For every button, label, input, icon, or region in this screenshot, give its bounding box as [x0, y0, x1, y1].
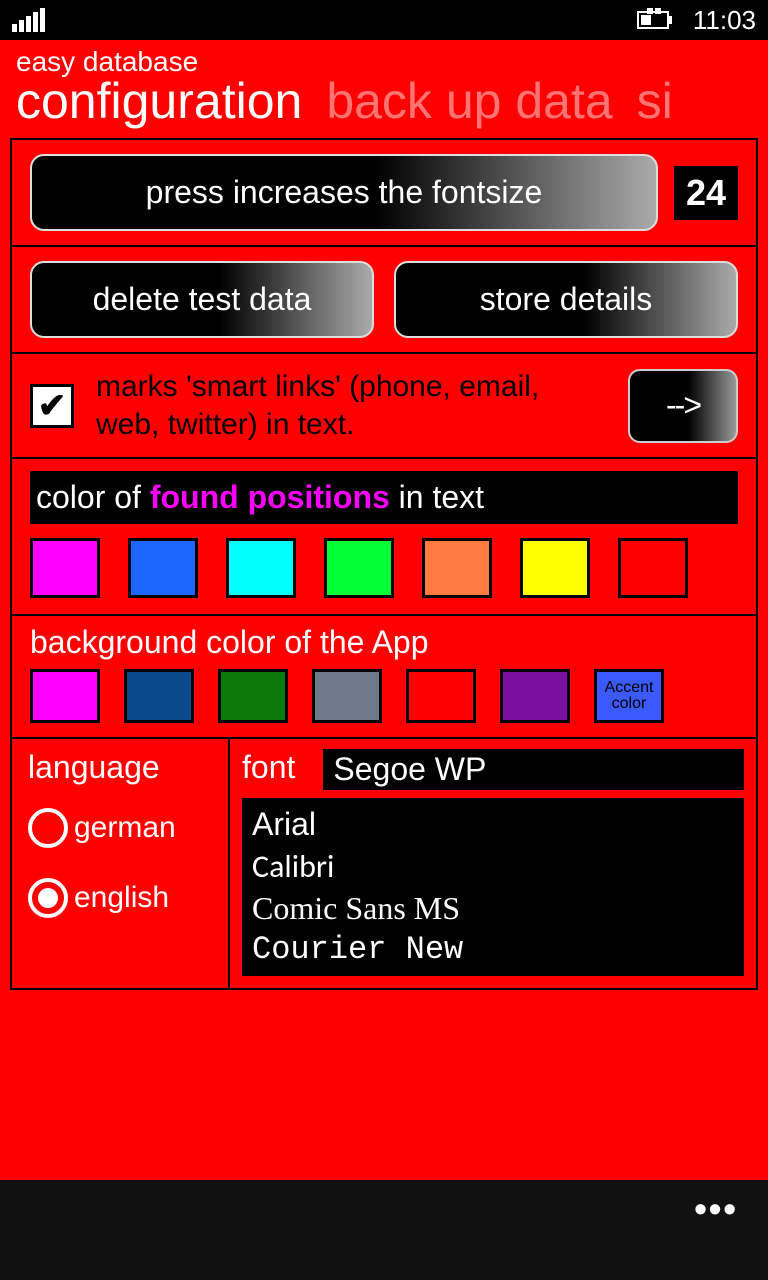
row-found-color: color of found positions in text: [12, 459, 756, 616]
store-details-button[interactable]: store details: [394, 261, 738, 338]
main-area: easy database configuration back up data…: [0, 40, 768, 1180]
found-color-swatch-3[interactable]: [324, 538, 394, 598]
config-panel: press increases the fontsize 24 delete t…: [10, 138, 758, 990]
app-bar: •••: [0, 1180, 768, 1280]
bg-color-swatch-1[interactable]: [124, 669, 194, 723]
font-selected[interactable]: Segoe WP: [323, 749, 744, 790]
found-color-label: color of found positions in text: [30, 471, 738, 524]
found-color-swatches: [30, 534, 738, 602]
delete-test-data-button[interactable]: delete test data: [30, 261, 374, 338]
bg-color-swatch-5[interactable]: [500, 669, 570, 723]
language-option-english[interactable]: english: [28, 878, 216, 918]
row-bg-color: background color of the App Accent color: [12, 616, 756, 739]
check-icon: ✔: [38, 386, 67, 426]
row-fontsize: press increases the fontsize 24: [12, 140, 756, 247]
row-actions: delete test data store details: [12, 247, 756, 354]
language-title: language: [28, 749, 216, 786]
bg-color-swatches: Accent color: [30, 669, 738, 723]
smartlinks-arrow-button[interactable]: -->: [628, 369, 738, 443]
found-color-swatch-5[interactable]: [520, 538, 590, 598]
bg-color-swatch-6[interactable]: Accent color: [594, 669, 664, 723]
bg-color-swatch-4[interactable]: [406, 669, 476, 723]
found-color-swatch-4[interactable]: [422, 538, 492, 598]
clock: 11:03: [693, 5, 756, 36]
smartlinks-label: marks 'smart links' (phone, email, web, …: [96, 368, 606, 443]
radio-label: german: [74, 811, 176, 845]
bg-color-label: background color of the App: [30, 624, 738, 661]
found-color-swatch-0[interactable]: [30, 538, 100, 598]
tabs: configuration back up data si: [10, 72, 758, 130]
row-lang-font: language german english font Segoe WP Ari…: [12, 739, 756, 988]
font-list[interactable]: ArialCalibriComic Sans MSCourier New: [242, 798, 744, 976]
increase-fontsize-button[interactable]: press increases the fontsize: [30, 154, 658, 231]
bg-color-swatch-2[interactable]: [218, 669, 288, 723]
found-color-swatch-6[interactable]: [618, 538, 688, 598]
language-column: language german english: [12, 739, 230, 988]
tab-configuration[interactable]: configuration: [16, 72, 302, 130]
font-column: font Segoe WP ArialCalibriComic Sans MSC…: [230, 739, 756, 988]
more-icon[interactable]: •••: [694, 1180, 738, 1230]
tab-si[interactable]: si: [637, 72, 673, 130]
found-label-post: in text: [390, 479, 484, 515]
row-smartlinks: ✔ marks 'smart links' (phone, email, web…: [12, 354, 756, 459]
bg-color-swatch-0[interactable]: [30, 669, 100, 723]
font-option-courier-new[interactable]: Courier New: [252, 929, 734, 970]
found-label-pre: color of: [36, 479, 150, 515]
font-option-calibri[interactable]: Calibri: [252, 845, 734, 888]
smartlinks-checkbox[interactable]: ✔: [30, 384, 74, 428]
found-label-highlight: found positions: [150, 479, 390, 515]
found-color-swatch-2[interactable]: [226, 538, 296, 598]
signal-icon: [12, 8, 45, 32]
bg-color-swatch-3[interactable]: [312, 669, 382, 723]
font-option-comic-sans-ms[interactable]: Comic Sans MS: [252, 888, 734, 929]
radio-label: english: [74, 881, 169, 915]
battery-icon: [637, 7, 677, 33]
found-color-swatch-1[interactable]: [128, 538, 198, 598]
fontsize-value: 24: [674, 166, 738, 220]
font-option-arial[interactable]: Arial: [252, 804, 734, 845]
radio-icon: [28, 878, 68, 918]
language-option-german[interactable]: german: [28, 808, 216, 848]
radio-icon: [28, 808, 68, 848]
status-bar: 11:03: [0, 0, 768, 40]
tab-backup[interactable]: back up data: [326, 72, 612, 130]
font-title: font: [242, 749, 295, 786]
